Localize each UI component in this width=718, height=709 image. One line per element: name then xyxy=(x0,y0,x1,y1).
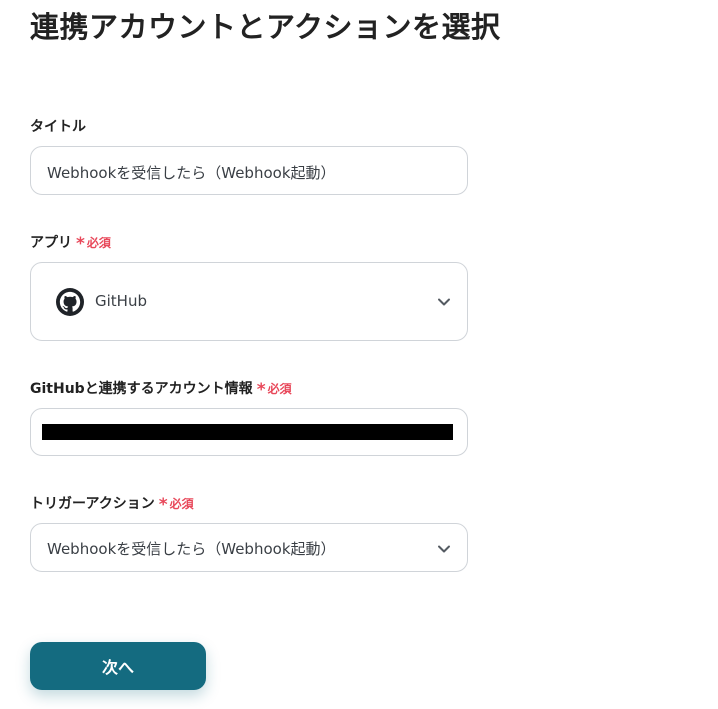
page: 連携アカウントとアクションを選択 タイトル Webhookを受信したら（Webh… xyxy=(0,0,718,709)
title-input[interactable]: Webhookを受信したら（Webhook起動） xyxy=(30,146,468,195)
title-input-value: Webhookを受信したら（Webhook起動） xyxy=(47,164,336,182)
title-label: タイトル xyxy=(30,116,86,136)
page-title: 連携アカウントとアクションを選択 xyxy=(30,10,501,44)
account-select[interactable] xyxy=(30,408,468,456)
account-label: GitHubと連携するアカウント情報 * 必須 xyxy=(30,378,292,398)
required-text: 必須 xyxy=(86,235,111,250)
github-icon xyxy=(56,288,84,316)
redacted-account-info xyxy=(42,424,453,440)
required-asterisk-icon: * xyxy=(76,233,85,254)
trigger-label-text: トリガーアクション xyxy=(30,496,155,512)
app-label: アプリ * 必須 xyxy=(30,232,111,252)
trigger-label: トリガーアクション * 必須 xyxy=(30,493,194,513)
account-label-text: GitHubと連携するアカウント情報 xyxy=(30,381,253,397)
required-text: 必須 xyxy=(169,496,194,511)
next-button[interactable]: 次へ xyxy=(30,642,206,690)
title-label-text: タイトル xyxy=(30,119,86,135)
app-select-value: GitHub xyxy=(95,292,147,310)
trigger-select[interactable]: Webhookを受信したら（Webhook起動） xyxy=(30,523,468,572)
trigger-select-value: Webhookを受信したら（Webhook起動） xyxy=(47,540,336,558)
app-select[interactable]: GitHub xyxy=(30,262,468,341)
app-label-text: アプリ xyxy=(30,235,72,251)
required-badge: * 必須 xyxy=(76,233,111,254)
required-asterisk-icon: * xyxy=(256,379,266,400)
required-badge: * 必須 xyxy=(256,379,292,400)
required-asterisk-icon: * xyxy=(158,494,168,515)
required-badge: * 必須 xyxy=(158,494,194,515)
chevron-down-icon xyxy=(438,545,450,553)
chevron-down-icon xyxy=(438,298,450,306)
required-text: 必須 xyxy=(267,381,292,396)
